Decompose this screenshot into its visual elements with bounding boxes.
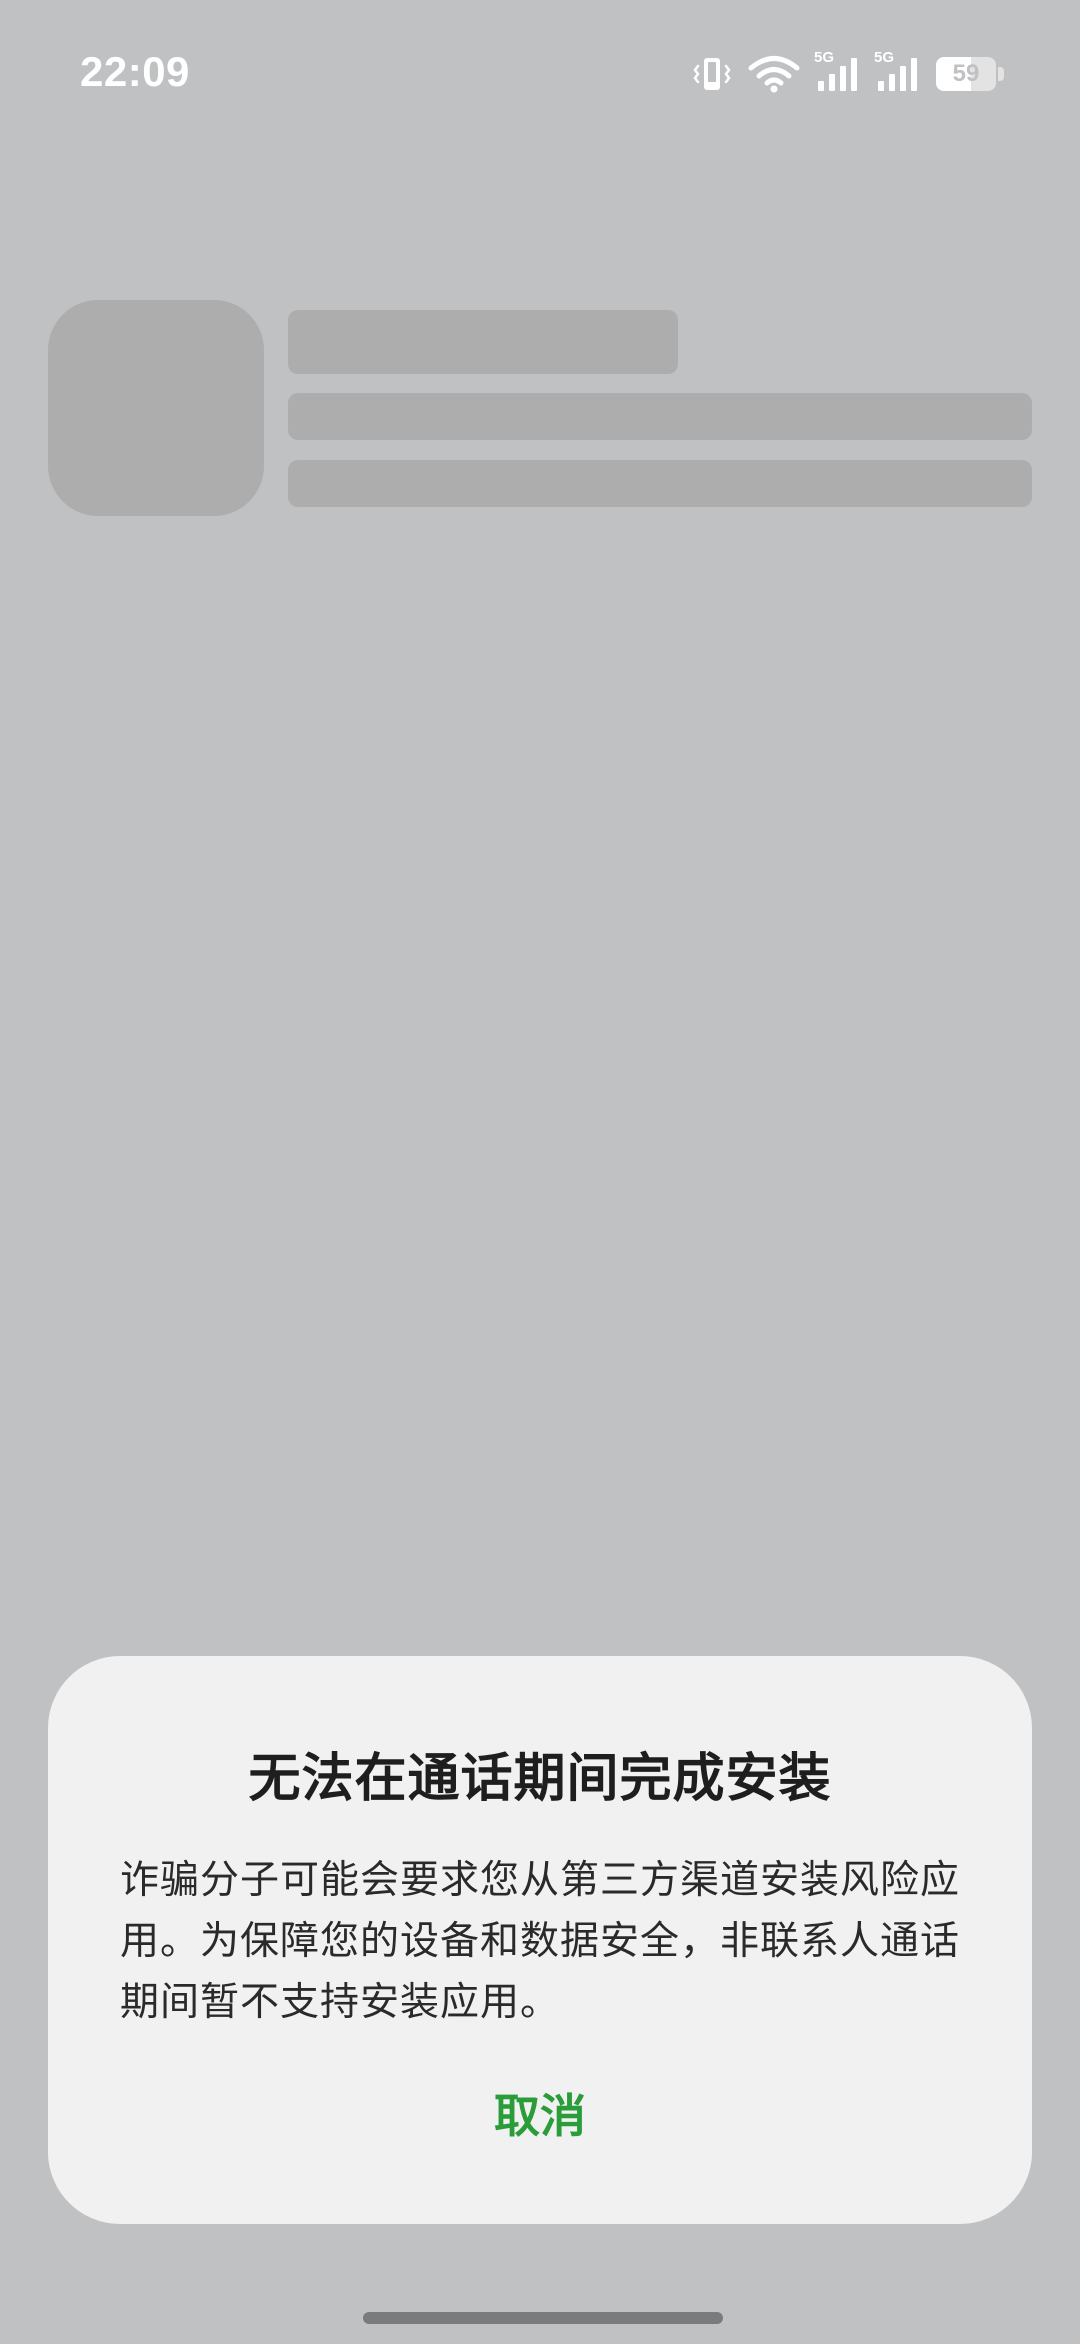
battery-icon: 59 [936, 57, 996, 91]
wifi-icon [748, 55, 800, 93]
install-blocked-dialog: 无法在通话期间完成安装 诈骗分子可能会要求您从第三方渠道安装风险应用。为保障您的… [48, 1656, 1032, 2224]
network-label-1: 5G [814, 49, 835, 66]
status-icons: 5G 5G 59 [692, 49, 1004, 96]
status-bar: 22:09 5G 5G 59 [0, 0, 1080, 140]
battery-tip [998, 67, 1004, 81]
dialog-message: 诈骗分子可能会要求您从第三方渠道安装风险应用。为保障您的设备和数据安全，非联系人… [120, 1858, 961, 2025]
app-title-placeholder [288, 310, 678, 374]
home-indicator[interactable] [363, 2312, 723, 2324]
signal-icon: 5G [874, 49, 920, 93]
status-time: 22:09 [80, 48, 190, 95]
signal-icon: 5G [814, 49, 860, 93]
network-label-2: 5G [874, 49, 895, 66]
screen: 22:09 5G 5G 59 无法在通话期间完成安装 诈骗分子可能会要求您从第三… [0, 0, 1080, 2344]
cancel-button[interactable]: 取消 [440, 2066, 640, 2166]
app-icon-placeholder [48, 300, 264, 516]
vibrate-icon [692, 56, 732, 92]
dialog-title: 无法在通话期间完成安装 [248, 1749, 832, 1809]
battery-level: 59 [952, 60, 980, 87]
app-info-placeholder [288, 393, 1032, 440]
app-info-placeholder [288, 460, 1032, 507]
